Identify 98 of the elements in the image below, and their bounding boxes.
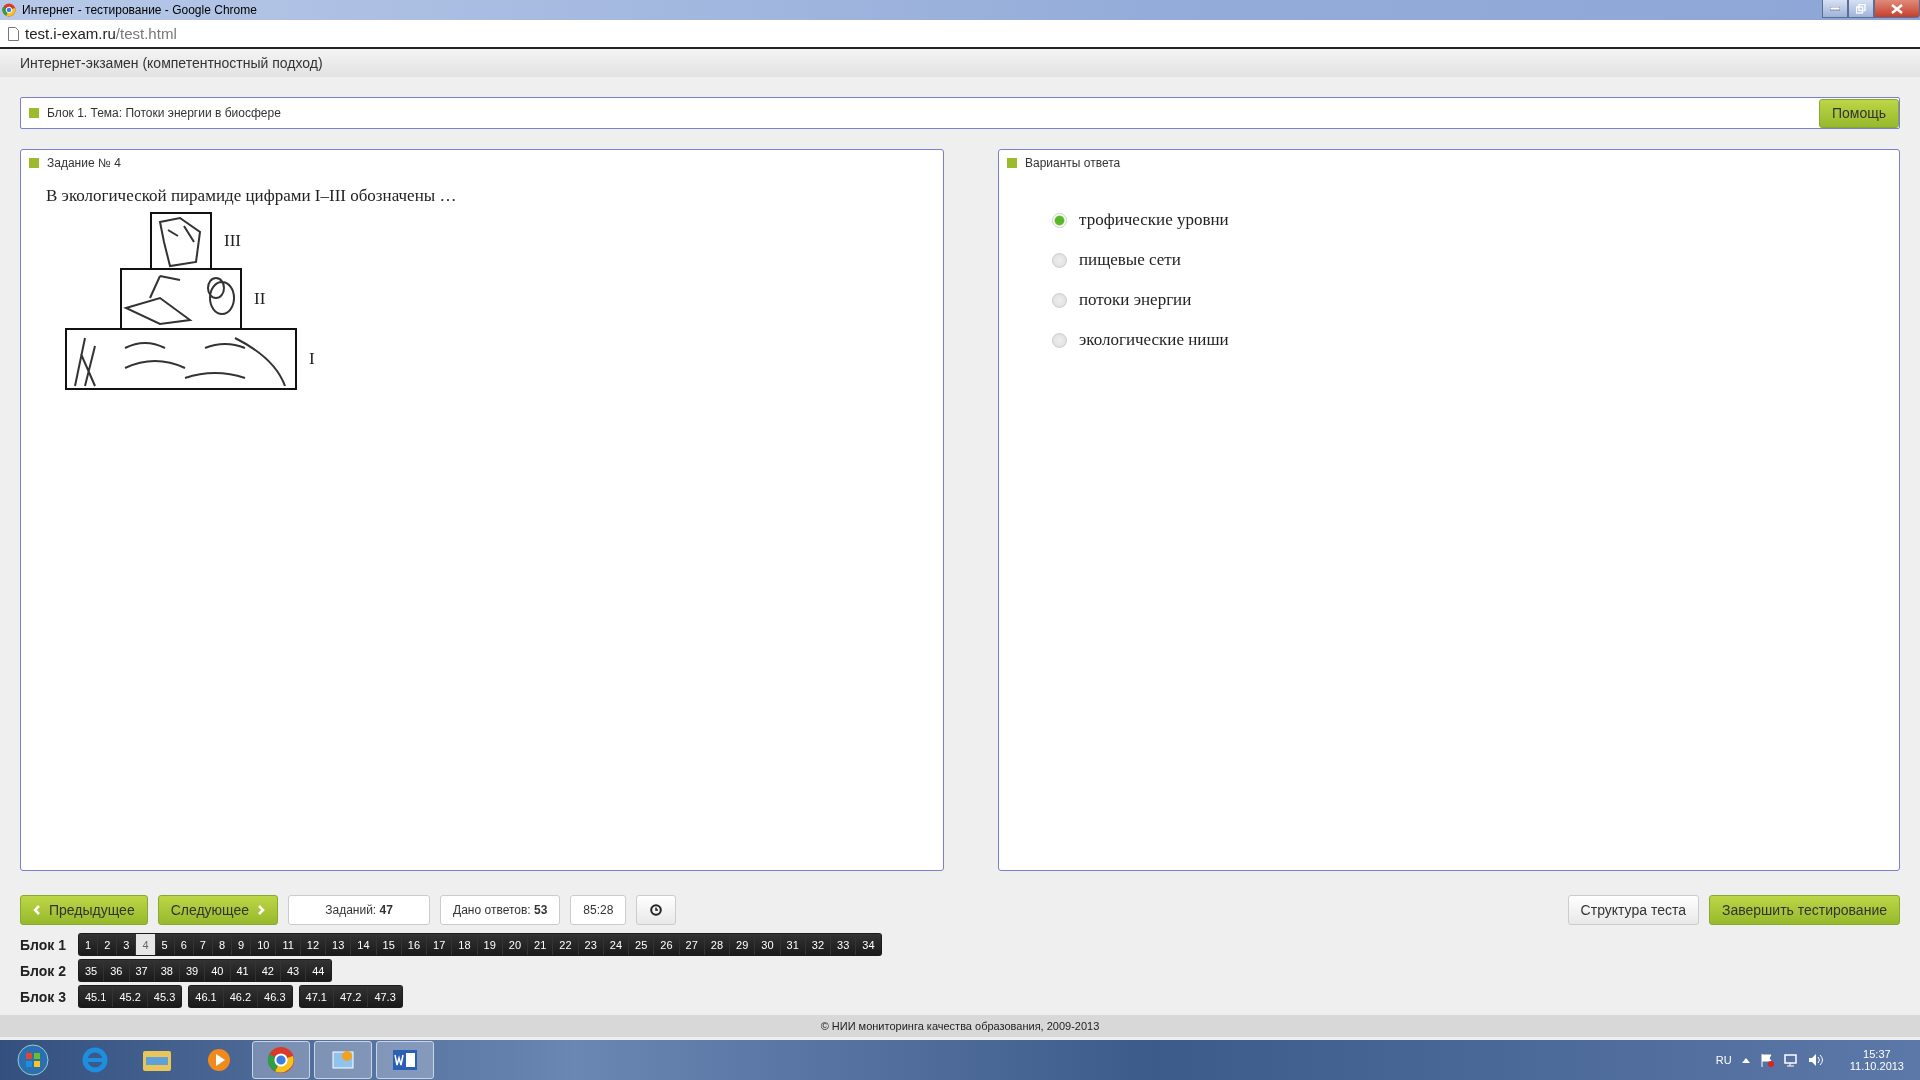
answer-option-text[interactable]: потоки энергии [1079,290,1192,310]
question-number-button[interactable]: 14 [351,934,377,955]
app-title: Интернет-экзамен (компетентностный подход) [20,55,323,71]
question-number-button[interactable]: 9 [232,934,252,955]
answers-title: Варианты ответа [1025,156,1121,170]
question-number-button[interactable]: 32 [805,934,832,955]
question-text: В экологической пирамиде цифрами I–III обозначены … [46,186,458,206]
square-icon [1007,158,1017,168]
close-button[interactable] [1874,0,1920,18]
question-number-button[interactable]: 40 [205,960,231,981]
restore-icon [1856,3,1866,14]
question-number-button[interactable]: 45.1 [79,986,114,1007]
radio-button[interactable] [1052,332,1067,348]
next-button[interactable]: Следующее [157,895,279,925]
speaker-icon[interactable] [1807,1053,1824,1067]
question-number-button[interactable]: 33 [831,934,857,955]
block-label: Блок 2 [20,962,67,979]
tier-label: III [224,231,241,251]
question-number-button[interactable]: 42 [255,960,281,981]
clock-time[interactable]: 15:37 [1863,1048,1891,1060]
finish-test-button[interactable]: Завершить тестирование [1709,895,1900,925]
question-number-button[interactable]: 22 [553,934,579,955]
browser-logo-icon [2,3,16,17]
clock-icon [650,904,663,916]
question-number-button[interactable]: 3 [117,934,137,955]
tier-label: I [309,349,315,369]
close-icon [1891,3,1903,14]
question-number-button[interactable]: 37 [129,960,155,981]
timer: 85:28 [570,895,627,925]
question-number-button[interactable]: 10 [251,934,277,955]
question-number-button[interactable]: 12 [300,934,327,955]
block-topic-title: Блок 1. Тема: Потоки энергии в биосфере [47,106,281,120]
question-number-button[interactable]: 35 [79,960,105,981]
minimize-button[interactable] [1822,0,1848,18]
question-number-button[interactable]: 26 [654,934,680,955]
question-number-button[interactable]: 47.2 [333,986,369,1007]
chevron-right-icon [257,905,266,915]
question-number-button[interactable]: 41 [230,960,256,981]
question-number-button[interactable]: 43 [281,960,307,981]
previous-button[interactable]: Предыдущее [20,895,148,925]
tasks-count: Заданий: 47 [288,895,431,925]
square-icon [29,108,39,118]
question-number-button[interactable]: 11 [276,934,301,955]
network-icon[interactable] [1783,1053,1798,1067]
copyright-text: © НИИ мониторинга качества образования, 2009-2013 [820,1020,1100,1032]
page-icon [8,26,19,41]
answer-option-text[interactable]: экологические ниши [1079,330,1229,350]
question-number-button[interactable]: 39 [180,960,206,981]
question-number-button[interactable]: 45.2 [113,986,148,1007]
question-number-button[interactable]: 13 [326,934,352,955]
question-number-button[interactable]: 16 [401,934,428,955]
question-number-button[interactable]: 30 [755,934,781,955]
question-number-button[interactable]: 21 [528,934,554,955]
question-number-button[interactable]: 25 [629,934,655,955]
question-number-button[interactable]: 18 [452,934,478,955]
question-number-button[interactable]: 38 [154,960,180,981]
answer-option-text[interactable]: пищевые сети [1079,250,1181,270]
question-number-button[interactable]: 1 [79,934,99,955]
question-number-button[interactable]: 46.1 [189,986,224,1007]
question-number-button[interactable]: 24 [603,934,630,955]
question-number-button[interactable]: 17 [427,934,453,955]
minimize-icon [1830,6,1840,11]
help-button[interactable]: Помощь [1818,98,1899,128]
question-number-button[interactable]: 20 [502,934,529,955]
question-number-button[interactable]: 19 [477,934,503,955]
question-number-button[interactable]: 36 [104,960,130,981]
question-number-button[interactable]: 31 [780,934,806,955]
question-number-button[interactable]: 27 [679,934,705,955]
radio-button[interactable] [1052,292,1067,308]
window-title: Интернет - тестирование - Google Chrome [22,3,257,17]
restore-button[interactable] [1848,0,1874,18]
chevron-left-icon [33,905,41,915]
caret-up-icon[interactable] [1741,1057,1750,1063]
clock-button[interactable] [636,895,677,925]
question-number-button[interactable]: 46.2 [223,986,259,1007]
document-w-icon[interactable] [376,1041,434,1079]
radio-button[interactable] [1052,252,1067,268]
question-number-button[interactable]: 4 [136,934,156,955]
language-indicator[interactable]: RU [1715,1054,1732,1066]
square-icon [29,158,39,168]
url-text[interactable]: test.i-exam.ru/test.html [25,25,177,42]
question-number-button[interactable]: 47.1 [299,986,334,1007]
browser-logo-icon[interactable] [252,1041,310,1079]
radio-button[interactable] [1052,212,1067,228]
question-number-button[interactable]: 2 [98,934,118,955]
answers-count: Дано ответов: 53 [440,895,561,925]
question-number-button[interactable]: 15 [376,934,402,955]
flag-icon[interactable] [1759,1053,1774,1067]
task-title: Задание № 4 [47,156,121,170]
clock-date[interactable]: 11.10.2013 [1849,1060,1904,1072]
test-structure-button[interactable]: Структура теста [1567,895,1699,925]
block-label: Блок 1 [20,936,67,953]
answer-option-text[interactable]: трофические уровни [1079,210,1229,230]
question-number-button[interactable]: 29 [730,934,756,955]
block-label: Блок 3 [20,988,67,1005]
question-number-button[interactable]: 23 [578,934,604,955]
tier-label: II [254,289,266,309]
question-number-button[interactable]: 28 [704,934,731,955]
